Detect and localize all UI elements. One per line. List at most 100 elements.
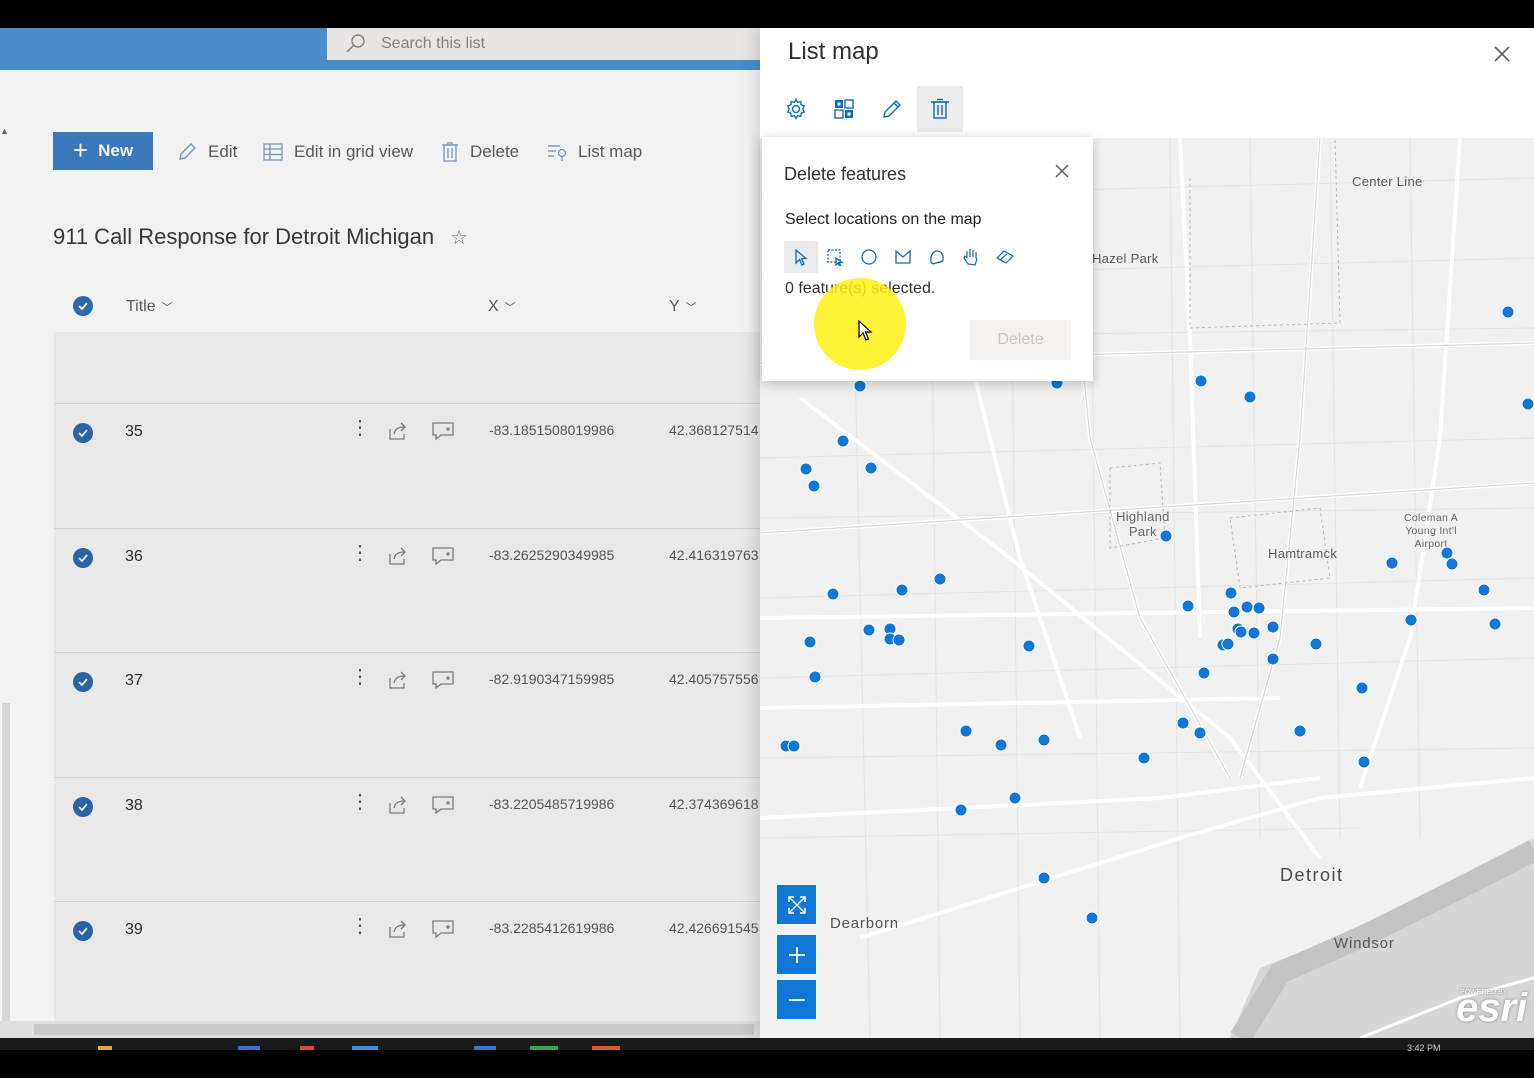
row-title[interactable]: 37 <box>125 672 143 690</box>
taskbar-app-icon[interactable] <box>352 1046 378 1050</box>
select-all-checkbox[interactable] <box>73 296 93 316</box>
share-icon[interactable] <box>387 546 409 566</box>
favorite-star-icon[interactable]: ☆ <box>450 225 468 250</box>
more-options-icon[interactable]: ⋮ <box>350 418 370 438</box>
delete-features-button[interactable] <box>917 86 963 132</box>
map-point[interactable] <box>1022 639 1036 653</box>
settings-button[interactable] <box>773 86 819 132</box>
map-point[interactable] <box>1501 305 1515 319</box>
polygon-select-button[interactable] <box>886 241 920 273</box>
map-point[interactable] <box>1194 374 1208 388</box>
close-icon[interactable] <box>1490 42 1514 66</box>
esri-logo[interactable]: esri <box>1456 988 1527 1028</box>
map-point[interactable] <box>1521 397 1534 411</box>
map-point[interactable] <box>1355 681 1369 695</box>
table-row[interactable] <box>54 332 760 404</box>
row-checkbox[interactable] <box>73 423 93 443</box>
search-box[interactable]: Search this list <box>327 28 760 60</box>
map-point[interactable] <box>826 587 840 601</box>
lasso-select-button[interactable] <box>920 241 954 273</box>
map-point[interactable] <box>959 724 973 738</box>
row-checkbox[interactable] <box>73 547 93 568</box>
row-title[interactable]: 39 <box>125 921 143 939</box>
share-icon[interactable] <box>387 670 409 690</box>
map-point[interactable] <box>1477 583 1491 597</box>
zoom-out-button[interactable] <box>777 980 816 1019</box>
map-point[interactable] <box>1037 733 1051 747</box>
row-title[interactable]: 38 <box>125 797 143 815</box>
map-point[interactable] <box>862 623 876 637</box>
comment-icon[interactable] <box>431 670 455 690</box>
edit-button[interactable]: Edit <box>176 138 237 166</box>
clear-selection-button[interactable] <box>988 241 1022 273</box>
edit-features-button[interactable] <box>869 86 915 132</box>
map-point[interactable] <box>1488 617 1502 631</box>
map-point[interactable] <box>864 461 878 475</box>
comment-icon[interactable] <box>431 546 455 566</box>
map-point[interactable] <box>803 635 817 649</box>
comment-icon[interactable] <box>431 795 455 815</box>
scroll-up-icon[interactable]: ▲ <box>0 126 9 136</box>
column-header-title[interactable]: Title ﹀ <box>126 298 173 316</box>
map-point[interactable] <box>1037 871 1051 885</box>
map-point[interactable] <box>1266 652 1280 666</box>
delete-command-button[interactable]: Delete <box>440 138 519 166</box>
share-icon[interactable] <box>387 421 409 441</box>
vertical-scrollbar[interactable] <box>2 703 10 1023</box>
column-header-y[interactable]: Y ﹀ <box>669 298 697 316</box>
rectangle-select-button[interactable] <box>818 241 852 273</box>
map-point[interactable] <box>836 434 850 448</box>
map-point[interactable] <box>1227 605 1241 619</box>
map-point[interactable] <box>1266 620 1280 634</box>
map-point[interactable] <box>895 583 909 597</box>
map-point[interactable] <box>1137 751 1151 765</box>
map-point[interactable] <box>1293 724 1307 738</box>
row-checkbox[interactable] <box>73 672 93 692</box>
row-title[interactable]: 35 <box>125 423 143 441</box>
map-point[interactable] <box>954 803 968 817</box>
taskbar-app-icon[interactable] <box>530 1046 558 1050</box>
basemap-gallery-button[interactable] <box>821 86 867 132</box>
taskbar-app-icon[interactable] <box>592 1046 620 1050</box>
more-options-icon[interactable]: ⋮ <box>350 543 370 563</box>
map-point[interactable] <box>1309 637 1323 651</box>
map-point[interactable] <box>1252 601 1266 615</box>
map-point[interactable] <box>994 738 1008 752</box>
map-point[interactable] <box>1357 755 1371 769</box>
pointer-select-button[interactable] <box>784 241 818 273</box>
taskbar-app-icon[interactable] <box>474 1046 496 1050</box>
map-point[interactable] <box>1176 716 1190 730</box>
row-checkbox[interactable] <box>73 921 93 941</box>
map-point[interactable] <box>1234 625 1248 639</box>
map-point[interactable] <box>853 379 867 393</box>
share-icon[interactable] <box>387 919 409 939</box>
taskbar-app-icon[interactable] <box>98 1046 112 1050</box>
map-point[interactable] <box>933 572 947 586</box>
map-point[interactable] <box>1221 637 1235 651</box>
map-point[interactable] <box>1224 586 1238 600</box>
map-point[interactable] <box>1247 626 1261 640</box>
more-options-icon[interactable]: ⋮ <box>350 916 370 936</box>
zoom-in-button[interactable] <box>777 935 816 974</box>
map-point[interactable] <box>808 670 822 684</box>
comment-icon[interactable] <box>431 919 455 939</box>
taskbar-app-icon[interactable] <box>238 1046 260 1050</box>
horizontal-scrollbar[interactable] <box>0 1021 760 1038</box>
map-point[interactable] <box>799 462 813 476</box>
column-header-x[interactable]: X ﹀ <box>488 298 516 316</box>
zoom-extent-button[interactable] <box>777 885 816 924</box>
comment-icon[interactable] <box>431 421 455 441</box>
new-button[interactable]: + New <box>53 132 153 170</box>
map-point[interactable] <box>1404 613 1418 627</box>
edit-grid-button[interactable]: Edit in grid view <box>262 138 413 166</box>
close-icon[interactable] <box>1052 161 1072 181</box>
table-row[interactable]: 37 ⋮ -82.9190347159985 42.405757556 <box>54 653 760 778</box>
table-row[interactable]: 38 ⋮ -83.2205485719986 42.374369618 <box>54 778 760 902</box>
list-map-button[interactable]: List map <box>546 138 642 166</box>
map-point[interactable] <box>1197 666 1211 680</box>
map-point[interactable] <box>1445 557 1459 571</box>
share-icon[interactable] <box>387 795 409 815</box>
taskbar-app-icon[interactable] <box>300 1046 314 1050</box>
scrollbar-thumb[interactable] <box>34 1024 754 1035</box>
more-options-icon[interactable]: ⋮ <box>350 792 370 812</box>
